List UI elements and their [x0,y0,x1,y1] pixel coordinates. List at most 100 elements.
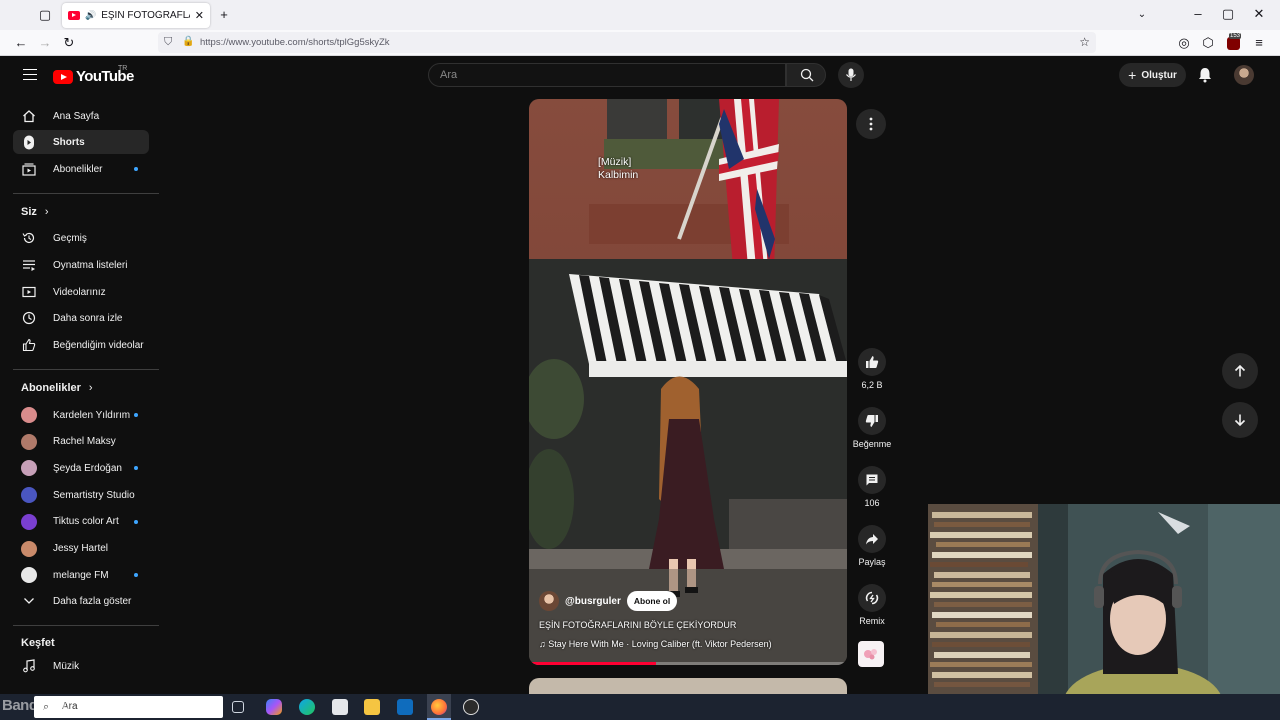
outlook-icon[interactable] [397,699,413,715]
close-tab-icon[interactable]: ✕ [195,9,204,22]
speaker-icon[interactable]: 🔊 [85,10,96,21]
sidebar-item-label: Videolarınız [53,286,106,298]
remix-action[interactable]: Remix [852,584,892,626]
sound-art-icon [864,649,877,660]
sidebar-item-home[interactable]: Ana Sayfa [13,104,149,128]
sidebar-item-subscription[interactable]: Semartistry Studio [13,483,149,507]
minimize-icon[interactable]: – [1190,7,1206,21]
close-window-icon[interactable]: ✕ [1251,7,1267,21]
app-menu-icon[interactable]: ≡ [1251,36,1267,50]
menu-icon[interactable] [23,69,37,80]
voice-search-button[interactable] [838,62,864,88]
tab-title: EŞİN FOTOĞRAFLARINI BÖYLE [101,10,190,21]
search-icon [800,68,814,82]
channel-name[interactable]: @busrguler [565,596,621,607]
url-bar[interactable]: ⛉ 🔒 https://www.youtube.com/shorts/tplGg… [158,32,1096,53]
comments-button[interactable] [858,466,886,494]
sidebar-item-label: Beğendiğim videolar [53,339,144,351]
channel-avatar[interactable] [539,591,559,611]
edge-icon[interactable] [299,699,315,715]
progress-bar[interactable] [529,662,847,665]
url-text: https://www.youtube.com/shorts/tplGg5sky… [200,37,390,48]
sidebar-item-subscription[interactable]: Tiktus color Art [13,510,149,534]
maximize-icon[interactable]: ▢ [1220,7,1236,21]
back-icon[interactable]: ← [13,36,29,50]
sidebar-item-label: Müzik [53,660,80,672]
account-avatar[interactable] [1234,65,1254,85]
sidebar-item-subscription[interactable]: Jessy Hartel [13,537,149,561]
youtube-logo[interactable]: YouTube TR [53,65,134,85]
notifications-bell-icon[interactable] [1196,66,1214,84]
channel-avatar [21,513,37,530]
like-action[interactable]: 6,2 B [852,348,892,390]
show-more-button[interactable]: Daha fazla göster [13,589,149,613]
bookmark-star-icon[interactable]: ☆ [1079,35,1090,49]
browser-tab[interactable]: 🔊 EŞİN FOTOĞRAFLARINI BÖYLE ✕ [62,3,210,28]
task-view-icon[interactable] [232,701,244,713]
next-short-preview[interactable] [529,678,847,694]
create-button[interactable]: + Oluştur [1119,63,1186,87]
more-options-button[interactable] [856,109,886,139]
reload-icon[interactable]: ↻ [61,36,77,50]
share-button[interactable] [858,525,886,553]
lock-icon[interactable]: 🔒 [182,36,194,47]
your-videos-icon [21,284,37,300]
channel-avatar-image [21,487,37,504]
store-icon[interactable] [332,699,348,715]
sidebar-item-subscription[interactable]: Rachel Maksy [13,430,149,454]
dislike-action[interactable]: Beğenme [852,407,892,449]
account-icon[interactable]: ◎ [1176,36,1192,50]
sidebar-item-your-videos[interactable]: Videolarınız [13,280,149,304]
subscribe-button[interactable]: Abone ol [626,591,678,611]
sidebar-item-subscription[interactable]: melange FM [13,563,149,587]
dislike-button[interactable] [858,407,886,435]
shield-icon[interactable]: ⛉ [164,36,172,49]
sidebar-item-music[interactable]: Müzik [13,654,149,678]
extensions-icon[interactable]: ⬡ [1200,36,1216,50]
sidebar-item-liked-videos[interactable]: Beğendiğim videolar [13,333,149,357]
like-button[interactable] [858,348,886,376]
search-input[interactable]: Ara [428,63,786,87]
obs-icon[interactable] [463,699,479,715]
tab-list-icon[interactable]: ⌄ [1134,8,1150,22]
sidebar-item-subscription[interactable]: Kardelen Yıldırım [13,403,149,427]
sidebar-item-subscriptions[interactable]: Abonelikler [13,157,149,181]
sound-link[interactable]: ♫ Stay Here With Me · Loving Caliber (ft… [539,639,772,649]
video-title[interactable]: EŞİN FOTOĞRAFLARINI BÖYLE ÇEKİYORDUR [539,620,736,630]
channel-avatar-image [21,433,37,450]
share-action[interactable]: Paylaş [852,525,892,567]
thumbs-down-icon [865,415,878,427]
subscriptions-icon [21,161,37,177]
sidebar-item-label: Jessy Hartel [53,543,109,554]
shorts-video-player[interactable]: [Müzik] Kalbimin @busrguler Abone ol EŞİ… [529,99,847,665]
lyrics-line: Kalbimin [598,169,639,181]
sidebar-item-label: Kardelen Yıldırım [53,409,131,421]
next-short-button[interactable] [1222,402,1258,438]
sidebar-item-shorts[interactable]: Shorts [13,130,149,154]
tab-overview-icon[interactable]: ▢ [37,8,53,22]
sidebar-item-playlists[interactable]: Oynatma listeleri [13,253,149,277]
search-button[interactable] [786,63,826,87]
explore-section-header: Keşfet [21,637,55,649]
file-explorer-icon[interactable] [364,699,380,715]
you-section-header[interactable]: Siz › [21,206,49,218]
sidebar-item-watch-later[interactable]: Daha sonra izle [13,306,149,330]
sidebar-item-label: Rachel Maksy [53,436,116,448]
progress-fill [529,662,657,665]
show-more-label: Daha fazla göster [53,595,132,607]
subscriptions-section-header[interactable]: Abonelikler › [21,382,93,394]
channel-avatar [21,433,37,450]
copilot-icon[interactable] [266,699,282,715]
sidebar-divider [13,193,159,194]
sidebar-item-history[interactable]: Geçmiş [13,226,149,250]
sound-thumbnail[interactable] [858,641,884,667]
sidebar-item-subscription[interactable]: Şeyda Erdoğan [13,456,149,480]
new-tab-icon[interactable]: + [216,8,232,22]
forward-icon[interactable]: → [37,36,53,50]
comments-action[interactable]: 106 [852,466,892,508]
previous-short-button[interactable] [1222,353,1258,389]
remix-button[interactable] [858,584,886,612]
firefox-icon[interactable] [431,699,447,715]
like-count: 6,2 B [861,380,883,390]
history-icon [21,230,37,246]
